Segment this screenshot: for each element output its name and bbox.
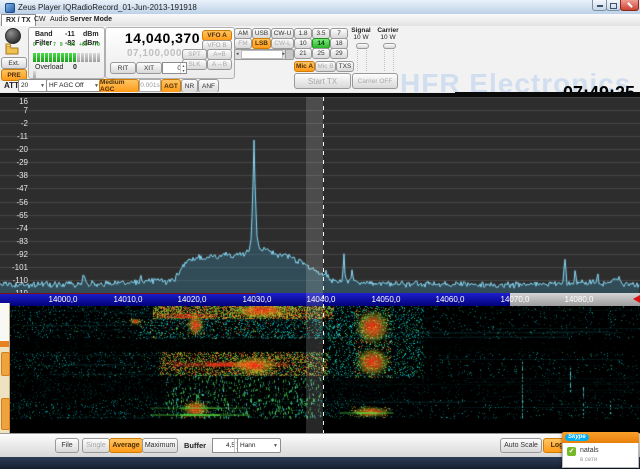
frequency-scale-tick: 14000,0 <box>39 295 87 304</box>
window-title: Zeus Player IQRadioRecord_01-Jun-2013-19… <box>18 3 197 12</box>
mode-lsb-button[interactable]: LSB <box>252 38 271 49</box>
playback-progress-line <box>0 293 257 294</box>
signal-slider-label: Signal <box>350 27 372 34</box>
att-value: 20 <box>21 82 28 89</box>
auto-scale-button[interactable]: Auto Scale <box>500 438 542 453</box>
txs-button[interactable]: TXS <box>336 61 354 72</box>
tab-server-mode[interactable]: Server Mode <box>66 14 116 25</box>
buffer-label: Buffer <box>184 441 206 450</box>
frequency-scale-tick: 14030,0 <box>233 295 281 304</box>
carrier-off-button[interactable]: Carrier OFF <box>352 73 398 89</box>
frequency-scale-tick: 14020,0 <box>168 295 216 304</box>
att-label: ATT <box>4 81 19 90</box>
skype-contact-name: natals <box>580 447 599 454</box>
frequency-scale-tick: 14060,0 <box>426 295 474 304</box>
agc-mode-dropdown[interactable]: HF AGC Off▼ <box>46 79 102 92</box>
mic-b-button[interactable]: Mic B <box>315 61 336 72</box>
close-button[interactable] <box>620 0 639 11</box>
xit-button[interactable]: XIT <box>136 62 162 74</box>
meter-panel: Band -11 dBm Filter -82 dBm 03579+30+60+… <box>28 27 105 79</box>
maximum-button[interactable]: Maximum <box>142 438 178 453</box>
rit-offset-spinner[interactable]: 0▲▼ <box>162 62 187 74</box>
rit-button[interactable]: RIT <box>110 62 136 74</box>
band-level-label: Band <box>35 31 53 38</box>
tuning-marker-icon <box>633 295 640 303</box>
title-bar: Zeus Player IQRadioRecord_01-Jun-2013-19… <box>0 0 640 15</box>
average-button[interactable]: Average <box>109 438 143 453</box>
mode-fm-button[interactable]: FM <box>234 38 252 49</box>
smeter-scale: 03579+30+60+70 <box>33 42 100 48</box>
vfo-b-frequency-display[interactable]: 07,100,000 <box>108 48 182 59</box>
ext-button[interactable]: Ext. <box>1 57 27 69</box>
single-button[interactable]: Single <box>82 438 110 453</box>
band-25-button[interactable]: 25 <box>312 48 330 59</box>
file-button[interactable]: File <box>55 438 79 453</box>
band-level-value: -11 <box>65 31 75 38</box>
spectrum-display[interactable] <box>0 97 640 293</box>
signal-slider-value: 10 W <box>350 34 372 41</box>
background-window-edge <box>0 303 10 433</box>
skype-logo: Skype <box>565 434 589 441</box>
frequency-panel: 14,040,370 07,100,000 VFO A VFO B SPT A=… <box>105 27 235 79</box>
maximize-button[interactable] <box>606 0 621 11</box>
mode-cwl-button[interactable]: CW-L <box>271 38 294 49</box>
skype-notification-body[interactable]: ✓ natals в сети <box>562 443 639 468</box>
app-window: Zeus Player IQRadioRecord_01-Jun-2013-19… <box>0 0 640 469</box>
skype-notification[interactable]: Skype ✓ natals в сети <box>562 432 639 468</box>
frequency-scale-tick: 14080,0 <box>555 295 603 304</box>
open-file-icon[interactable] <box>5 43 19 55</box>
minimize-button[interactable] <box>592 0 607 11</box>
waterfall-display[interactable] <box>0 306 640 433</box>
window-function-value: Hann <box>240 442 256 449</box>
tuning-knob-icon[interactable] <box>5 28 21 44</box>
agc-time-value: 0.001s <box>139 79 161 92</box>
divider-highlight <box>0 92 455 93</box>
band-level-unit: dBm <box>83 31 99 38</box>
windows-taskbar <box>0 457 640 469</box>
agt-button[interactable]: AGT <box>161 79 181 93</box>
filter-width-scrollbar[interactable]: ◂ ▸ <box>234 49 294 60</box>
frequency-scale-tick: 14040,0 <box>297 295 345 304</box>
skype-contact-status: в сети <box>580 457 597 463</box>
mic-a-button[interactable]: Mic A <box>294 61 315 72</box>
band-29-button[interactable]: 29 <box>330 48 348 59</box>
display-toolbar: File Single Average Maximum Buffer 4,5▲▼… <box>0 433 640 458</box>
scrollbar-track[interactable] <box>241 50 283 59</box>
nr-button[interactable]: NR <box>181 79 198 93</box>
overload-value: 0 <box>73 64 77 71</box>
background-window-area <box>0 303 9 341</box>
att-dropdown[interactable]: 20▼ <box>18 79 48 92</box>
frequency-scale-tick: 14070,0 <box>491 295 539 304</box>
anf-button[interactable]: ANF <box>198 79 219 93</box>
a-swap-b-button[interactable]: A↔B <box>207 59 232 70</box>
carrier-slider-label: Carrier <box>376 27 400 34</box>
vfo-a-frequency-display[interactable]: 14,040,370 <box>108 30 200 46</box>
overload-label: Overload <box>35 64 63 71</box>
agc-speed-button[interactable]: Medium AGC <box>99 79 139 93</box>
signal-slider-handle[interactable] <box>356 43 369 49</box>
band-21-button[interactable]: 21 <box>294 48 312 59</box>
background-window-bar <box>0 341 9 347</box>
frequency-scale-tick: 14010,0 <box>104 295 152 304</box>
background-window-button <box>1 398 10 430</box>
start-tx-button[interactable]: Start TX <box>294 73 351 89</box>
scroll-left-icon[interactable]: ◂ <box>236 51 239 57</box>
online-status-icon: ✓ <box>567 447 576 456</box>
scrollbar-thumb[interactable] <box>285 50 293 59</box>
frequency-scale-bar[interactable]: 14000,0 14010,0 14020,0 14030,0 14040,0 14050… <box>0 293 640 306</box>
window-function-dropdown[interactable]: Hann▼ <box>237 438 281 453</box>
carrier-slider-handle[interactable] <box>383 43 396 49</box>
frequency-scale-tick: 14050,0 <box>362 295 410 304</box>
app-icon <box>5 3 15 13</box>
skype-notification-header: Skype <box>562 432 639 443</box>
control-panel: Ext. PRE Band -11 dBm Filter -82 dBm 035… <box>0 26 640 92</box>
agc-mode-value: HF AGC Off <box>49 82 84 89</box>
smeter-bargraph <box>33 49 104 58</box>
carrier-slider-value: 10 W <box>376 34 400 41</box>
background-window-button <box>1 352 10 376</box>
